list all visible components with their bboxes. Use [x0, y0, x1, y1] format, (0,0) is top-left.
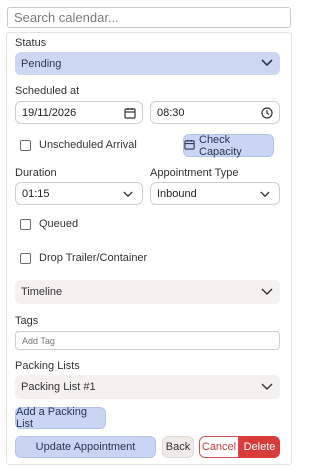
checkbox-box[interactable] [20, 252, 31, 264]
status-label: Status [15, 37, 47, 49]
appointment-type-value: Inbound [157, 187, 197, 200]
status-value: Pending [21, 57, 62, 70]
duration-label: Duration [15, 167, 57, 179]
unscheduled-arrival-checkbox[interactable]: Unscheduled Arrival [20, 139, 137, 151]
add-packing-list-button[interactable]: Add a Packing List [15, 406, 106, 430]
scheduled-at-label: Scheduled at [15, 85, 80, 97]
duration-value: 01:15 [22, 187, 50, 200]
checkbox-box[interactable] [20, 139, 31, 151]
delete-button[interactable]: Delete [239, 436, 280, 458]
cancel-label: Cancel [201, 441, 237, 453]
tags-label: Tags [15, 315, 39, 327]
scheduled-date-value: 19/11/2026 [22, 106, 77, 119]
search-input[interactable] [7, 7, 291, 28]
delete-label: Delete [243, 441, 276, 453]
status-select[interactable]: Pending [15, 52, 280, 75]
drop-trailer-checkbox[interactable]: Drop Trailer/Container [20, 252, 147, 264]
calendar-icon [184, 139, 195, 153]
packing-list-item-label: Packing List #1 [21, 381, 96, 393]
scheduled-time-input[interactable]: 08:30 [150, 101, 280, 124]
timeline-accordion[interactable]: Timeline [15, 280, 280, 304]
appointment-type-label: Appointment Type [150, 167, 239, 179]
checkbox-box[interactable] [20, 218, 31, 230]
queued-label: Queued [39, 218, 79, 230]
back-button[interactable]: Back [162, 436, 194, 458]
check-capacity-label: Check Capacity [199, 133, 242, 158]
drop-trailer-label: Drop Trailer/Container [39, 252, 148, 264]
chevron-down-icon [260, 191, 272, 201]
chevron-down-icon [123, 191, 135, 201]
clock-icon[interactable] [261, 107, 273, 122]
packing-lists-label: Packing Lists [15, 360, 80, 372]
back-label: Back [165, 441, 191, 453]
duration-select[interactable]: 01:15 [15, 182, 143, 205]
appointment-type-select[interactable]: Inbound [150, 182, 280, 205]
check-capacity-button[interactable]: Check Capacity [183, 133, 274, 158]
queued-checkbox[interactable]: Queued [20, 218, 78, 230]
scheduled-date-input[interactable]: 19/11/2026 [15, 101, 143, 124]
unscheduled-arrival-label: Unscheduled Arrival [39, 139, 137, 151]
scheduled-time-value: 08:30 [157, 106, 185, 119]
appointment-form: Status Pending Scheduled at 19/11/2026 0… [6, 32, 292, 465]
chevron-down-icon [261, 59, 273, 69]
timeline-label: Timeline [21, 286, 63, 298]
packing-list-item[interactable]: Packing List #1 [15, 375, 280, 399]
cancel-button[interactable]: Cancel [199, 436, 239, 458]
chevron-down-icon [261, 383, 273, 393]
calendar-icon[interactable] [124, 107, 136, 122]
update-appointment-label: Update Appointment [35, 441, 136, 453]
update-appointment-button[interactable]: Update Appointment [15, 436, 156, 458]
add-packing-list-label: Add a Packing List [16, 406, 87, 430]
chevron-down-icon [261, 288, 273, 298]
tags-input[interactable] [15, 331, 280, 350]
